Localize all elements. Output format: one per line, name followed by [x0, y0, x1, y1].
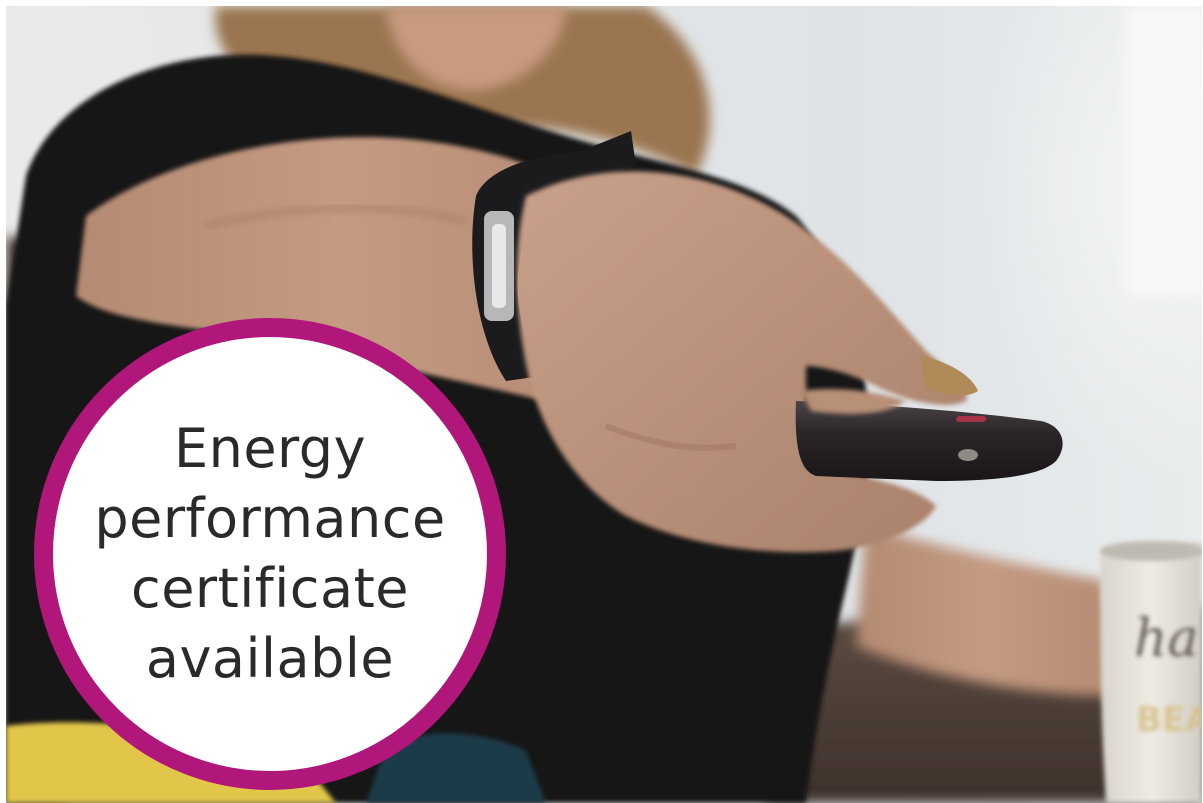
badge-line-4: available: [145, 627, 395, 690]
badge-line-2: performance: [94, 487, 446, 550]
energy-certificate-badge: Energy performance certificate available: [34, 318, 506, 790]
image-frame: ha BEAU Energy performance certificate a…: [0, 0, 1203, 803]
photo: ha BEAU Energy performance certificate a…: [6, 6, 1202, 803]
mug-text-bottom: BEAU: [1136, 700, 1202, 740]
badge-line-3: certificate: [131, 557, 409, 620]
mug-text-top: ha: [1134, 609, 1199, 669]
badge-line-1: Energy: [173, 417, 367, 480]
